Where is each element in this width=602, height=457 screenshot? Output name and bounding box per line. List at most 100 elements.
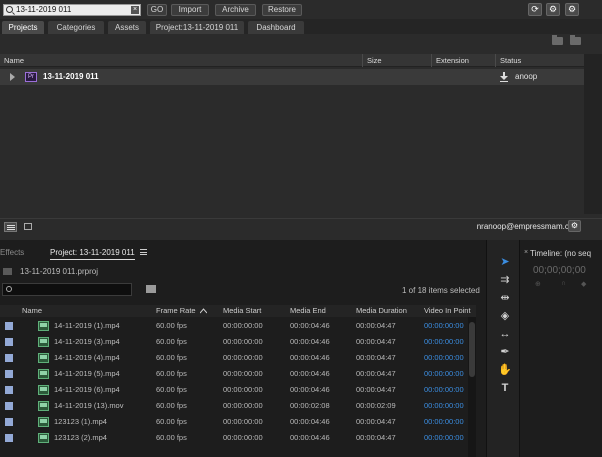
tab-effects[interactable]: Effects <box>0 248 24 257</box>
search-input[interactable]: 13-11-2019 011 × <box>3 4 141 16</box>
label-color-swatch[interactable] <box>5 386 13 394</box>
sort-ascending-icon[interactable] <box>200 308 207 314</box>
media-name: 14-11-2019 (4).mp4 <box>54 353 120 362</box>
video-clip-icon <box>38 385 49 395</box>
video-clip-icon <box>38 417 49 427</box>
label-color-swatch[interactable] <box>5 322 13 330</box>
go-button[interactable]: GO <box>147 4 167 16</box>
tab-assets[interactable]: Assets <box>108 21 146 34</box>
project-search-input[interactable] <box>2 283 132 296</box>
media-start: 00:00:00:00 <box>223 417 263 426</box>
table-row[interactable]: 123123 (1).mp4 60.00 fps 00:00:00:00 00:00:… <box>0 414 468 430</box>
label-color-swatch[interactable] <box>5 354 13 362</box>
timeline-controls: ⊕ ∩ ◆ <box>535 280 595 288</box>
frame-rate: 60.00 fps <box>156 353 187 362</box>
label-color-swatch[interactable] <box>5 434 13 442</box>
video-clip-icon <box>38 353 49 363</box>
tab-dashboard[interactable]: Dashboard <box>248 21 304 34</box>
assets-panel <box>0 0 602 240</box>
table-row[interactable]: 14-11-2019 (13).mov 60.00 fps 00:00:00:00 0… <box>0 398 468 414</box>
table-row[interactable]: 123123 (2).mp4 60.00 fps 00:00:00:00 00:00:… <box>0 430 468 446</box>
media-duration: 00:00:04:47 <box>356 337 396 346</box>
timeline-title: Timeline: (no seq <box>530 249 592 258</box>
media-start: 00:00:00:00 <box>223 401 263 410</box>
panel-menu-icon[interactable] <box>140 249 147 255</box>
download-icon[interactable] <box>500 72 508 82</box>
video-in-point: 00:00:00:00 <box>424 433 464 442</box>
media-start: 00:00:00:00 <box>223 369 263 378</box>
thumbnail-view-icon[interactable] <box>24 223 32 230</box>
status-value: anoop <box>515 72 538 81</box>
clear-search-icon[interactable]: × <box>131 6 139 14</box>
timecode[interactable]: 00;00;00;00 <box>533 265 586 276</box>
label-color-swatch[interactable] <box>5 370 13 378</box>
label-color-swatch[interactable] <box>5 338 13 346</box>
new-folder-icon[interactable] <box>552 35 563 45</box>
restore-button[interactable]: Restore <box>262 4 302 16</box>
video-clip-icon <box>38 321 49 331</box>
col-name[interactable]: Name <box>22 305 42 317</box>
pen-icon[interactable]: ✒ <box>497 345 513 359</box>
link-icon[interactable]: ∩ <box>561 280 566 287</box>
project-file-name: 13-11-2019 011.prproj <box>20 267 98 276</box>
tab-project[interactable]: Project:13-11-2019 011 <box>150 21 244 34</box>
col-frame-rate[interactable]: Frame Rate <box>156 305 196 317</box>
scrollbar[interactable] <box>584 54 602 214</box>
user-settings-icon[interactable]: ⚙ <box>568 220 581 232</box>
ripple-edit-icon[interactable]: ⇹ <box>497 291 513 305</box>
col-size[interactable]: Size <box>362 54 431 67</box>
col-status[interactable]: Status <box>495 54 584 67</box>
col-media-start[interactable]: Media Start <box>223 305 261 317</box>
razor-icon[interactable]: ◈ <box>497 309 513 323</box>
type-icon[interactable]: T <box>497 381 513 395</box>
col-media-duration[interactable]: Media Duration <box>356 305 407 317</box>
tab-project-panel[interactable]: Project: 13-11-2019 011 <box>50 248 135 260</box>
folder-icon[interactable] <box>570 35 581 45</box>
media-duration: 00:00:04:47 <box>356 433 396 442</box>
list-view-icon[interactable] <box>4 222 17 232</box>
media-duration: 00:00:04:47 <box>356 353 396 362</box>
label-color-swatch[interactable] <box>5 402 13 410</box>
expand-arrow-icon[interactable] <box>10 73 15 81</box>
frame-rate: 60.00 fps <box>156 321 187 330</box>
import-button[interactable]: Import <box>171 4 209 16</box>
search-icon <box>6 286 12 292</box>
media-end: 00:00:04:46 <box>290 353 330 362</box>
tab-categories[interactable]: Categories <box>48 21 104 34</box>
video-in-point: 00:00:00:00 <box>424 401 464 410</box>
table-row[interactable]: 14-11-2019 (1).mp4 60.00 fps 00:00:00:00 00… <box>0 318 468 334</box>
new-bin-icon[interactable] <box>146 285 156 293</box>
archive-button[interactable]: Archive <box>215 4 256 16</box>
table-row[interactable]: Pr 13-11-2019 011 anoop <box>0 69 584 85</box>
settings-icon[interactable]: ⚙ <box>565 3 579 16</box>
tab-projects[interactable]: Projects <box>2 21 44 34</box>
hand-icon[interactable]: ✋ <box>497 363 513 377</box>
gear-icon[interactable]: ⚙ <box>546 3 560 16</box>
video-clip-icon <box>38 433 49 443</box>
search-icon <box>6 6 13 13</box>
media-name: 14-11-2019 (5).mp4 <box>54 369 120 378</box>
track-select-icon[interactable]: ⇉ <box>497 273 513 287</box>
frame-rate: 60.00 fps <box>156 433 187 442</box>
frame-rate: 60.00 fps <box>156 369 187 378</box>
scrollbar-thumb[interactable] <box>469 322 475 377</box>
table-row[interactable]: 14-11-2019 (5).mp4 60.00 fps 00:00:00:00 00… <box>0 366 468 382</box>
marker-icon[interactable]: ◆ <box>581 280 586 288</box>
video-clip-icon <box>38 337 49 347</box>
video-in-point: 00:00:00:00 <box>424 385 464 394</box>
refresh-icon[interactable]: ⟳ <box>528 3 542 16</box>
col-media-end[interactable]: Media End <box>290 305 326 317</box>
label-color-swatch[interactable] <box>5 418 13 426</box>
snap-icon[interactable]: ⊕ <box>535 280 541 288</box>
selection-tool-icon[interactable]: ➤ <box>497 255 513 269</box>
col-video-in-point[interactable]: Video In Point <box>424 305 471 317</box>
col-extension[interactable]: Extension <box>431 54 495 67</box>
table-row[interactable]: 14-11-2019 (6).mp4 60.00 fps 00:00:00:00 00… <box>0 382 468 398</box>
table-row[interactable]: 14-11-2019 (3).mp4 60.00 fps 00:00:00:00 00… <box>0 334 468 350</box>
table-row[interactable]: 14-11-2019 (4).mp4 60.00 fps 00:00:00:00 00… <box>0 350 468 366</box>
slip-icon[interactable]: ↔ <box>497 327 513 341</box>
media-name: 14-11-2019 (13).mov <box>54 401 124 410</box>
col-name[interactable]: Name <box>0 54 362 67</box>
media-scrollbar[interactable] <box>468 317 476 457</box>
main-tabs: Projects Categories Assets Project:13-11… <box>0 19 602 34</box>
